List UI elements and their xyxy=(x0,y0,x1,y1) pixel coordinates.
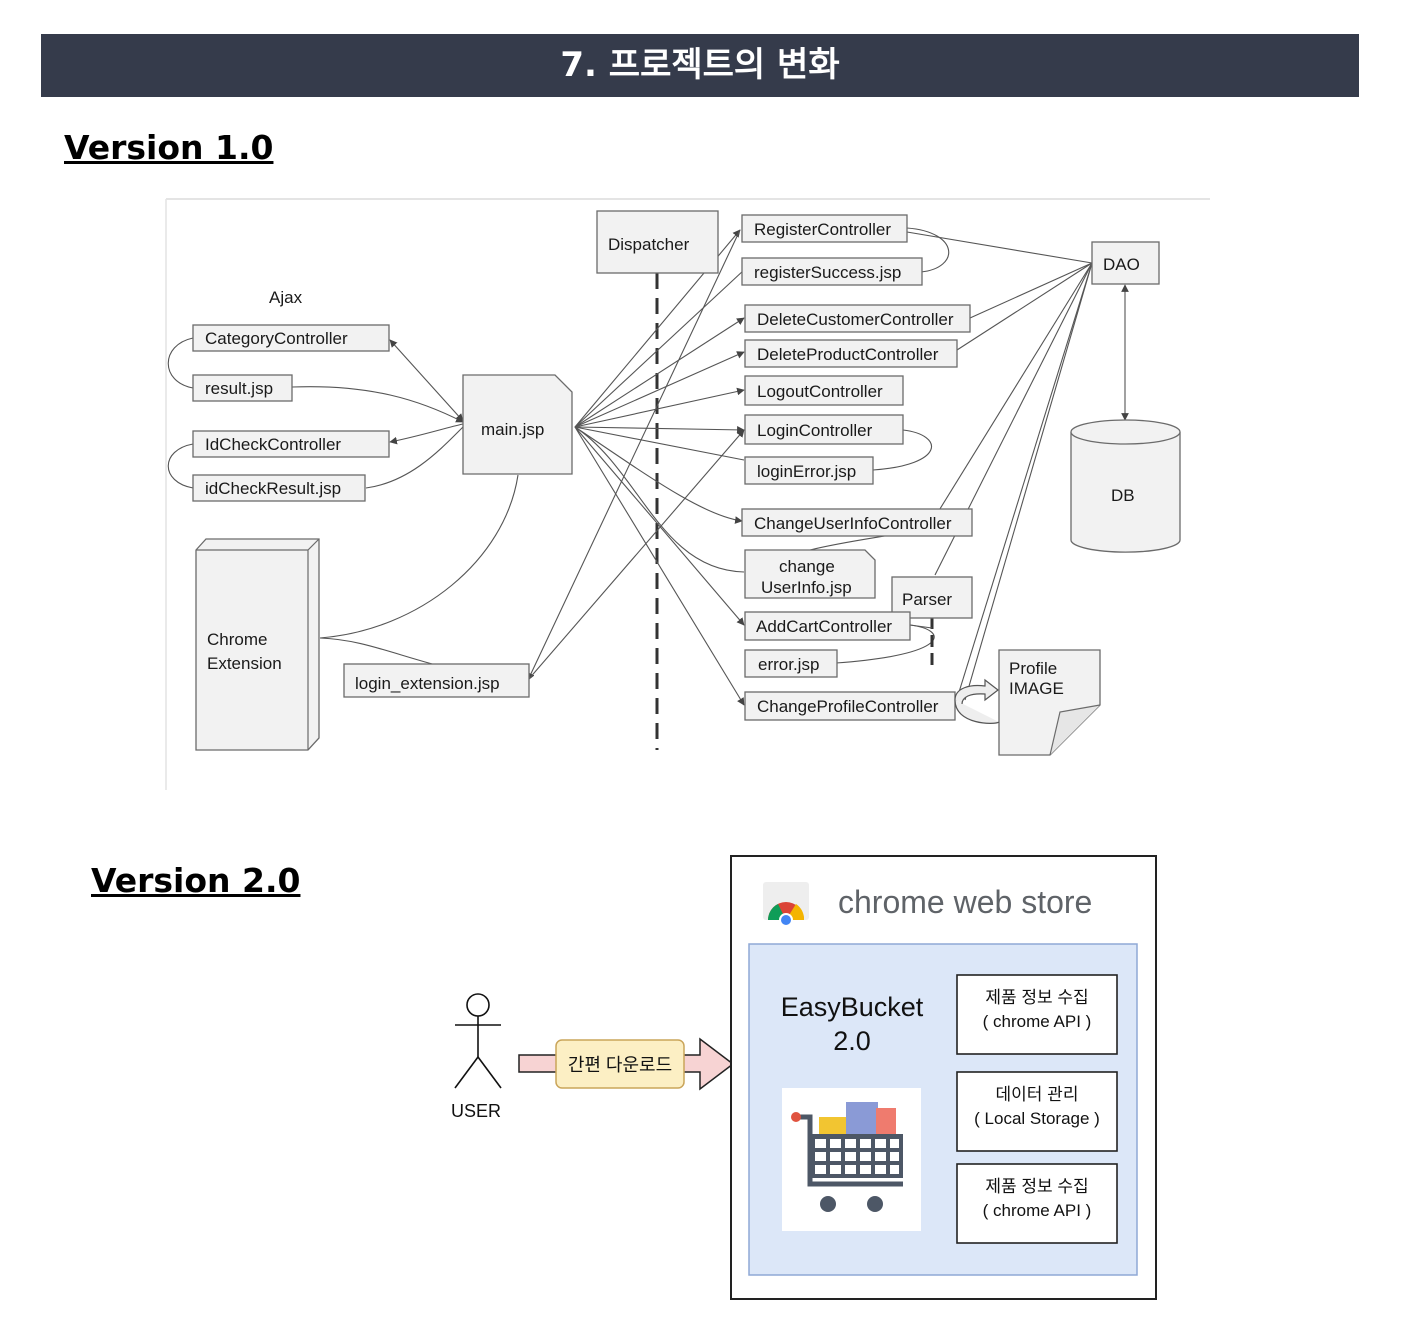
feature-box-product-collect-1: 제품 정보 수집 ( chrome API ) xyxy=(956,974,1118,1055)
shopping-cart-icon xyxy=(782,1088,921,1231)
app-name-line2: 2.0 xyxy=(833,1026,871,1056)
feature-box-data-management: 데이터 관리 ( Local Storage ) xyxy=(956,1071,1118,1152)
svg-text:데이터 관리: 데이터 관리 xyxy=(996,1085,1079,1104)
svg-text:간편 다운로드: 간편 다운로드 xyxy=(568,1055,672,1075)
svg-text:제품 정보 수집: 제품 정보 수집 xyxy=(985,1177,1088,1196)
svg-text:( Local Storage ): ( Local Storage ) xyxy=(974,1109,1100,1128)
chrome-web-store-title: chrome web store xyxy=(838,884,1092,920)
svg-text:( chrome API ): ( chrome API ) xyxy=(983,1201,1092,1220)
user-label: USER xyxy=(451,1101,501,1121)
app-name-line1: EasyBucket xyxy=(781,992,924,1022)
svg-text:( chrome API ): ( chrome API ) xyxy=(983,1012,1092,1031)
feature-box-product-collect-2: 제품 정보 수집 ( chrome API ) xyxy=(956,1163,1118,1244)
user-actor-icon xyxy=(454,993,502,1089)
svg-text:제품 정보 수집: 제품 정보 수집 xyxy=(985,988,1088,1007)
download-badge: 간편 다운로드 xyxy=(555,1039,685,1089)
v2-architecture-diagram: USER 간편 다운로드 chrome web store EasyBucket… xyxy=(451,855,1157,1300)
